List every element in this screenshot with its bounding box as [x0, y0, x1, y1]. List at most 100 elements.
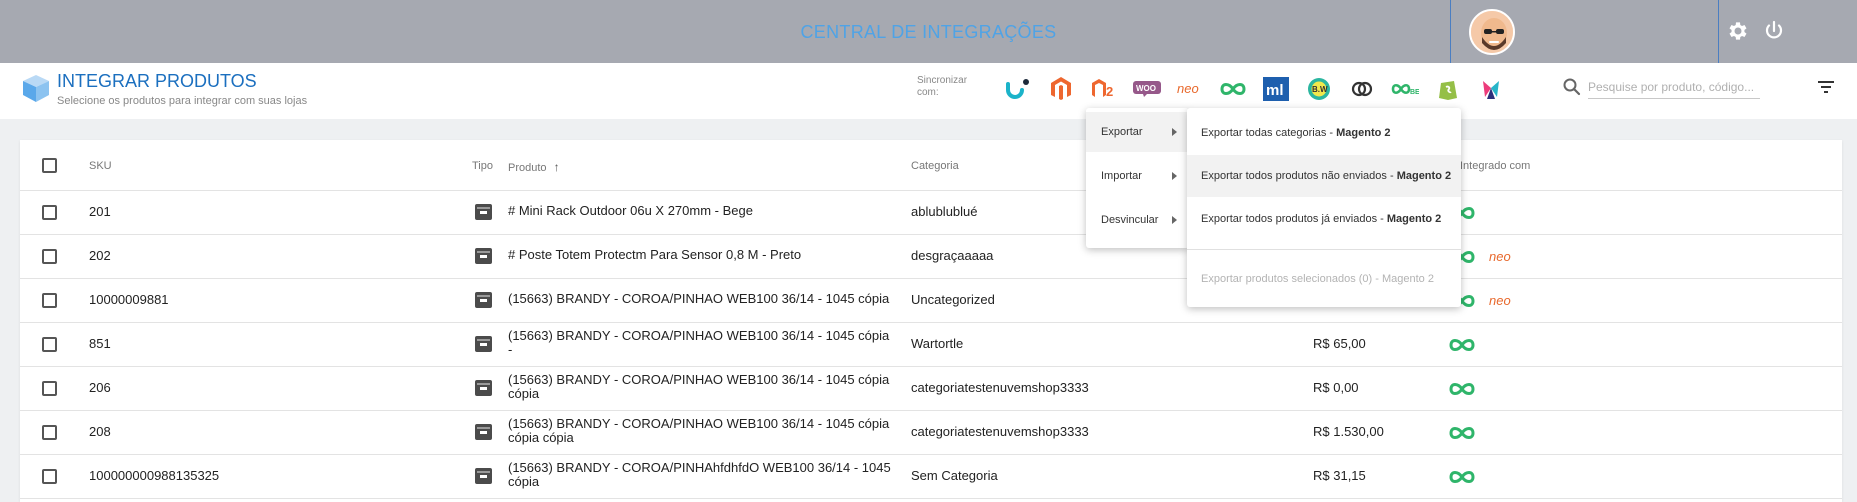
column-header-sku[interactable]: SKU	[89, 160, 112, 172]
menu-item-importar-label: Importar	[1101, 170, 1142, 182]
row-checkbox[interactable]	[42, 381, 57, 396]
table-row[interactable]: 851 (15663) BRANDY - COROA/PINHAO WEB100 …	[20, 323, 1842, 367]
export-all-categories-store: Magento 2	[1336, 127, 1391, 139]
product-type-icon	[475, 468, 492, 484]
product-type-icon	[475, 204, 492, 220]
caret-right-icon	[1172, 128, 1177, 136]
row-product-name-2: -	[508, 342, 513, 357]
row-checkbox[interactable]	[42, 249, 57, 264]
caret-right-icon	[1172, 172, 1177, 180]
filter-icon[interactable]	[1816, 77, 1836, 97]
products-table: SKU Tipo Produto ↑ Categoria Integrado c…	[20, 140, 1842, 502]
row-checkbox[interactable]	[42, 425, 57, 440]
export-all-categories[interactable]: Exportar todas categorias - Magento 2	[1187, 112, 1461, 154]
row-product[interactable]: (15663) BRANDY - COROA/PINHAO WEB100 36/…	[508, 417, 898, 445]
row-checkbox[interactable]	[42, 293, 57, 308]
shopify-icon[interactable]	[1434, 75, 1462, 103]
menu-item-exportar[interactable]: Exportar	[1086, 112, 1189, 152]
row-checkbox[interactable]	[42, 205, 57, 220]
row-category: Wartortle	[911, 336, 964, 351]
table-row[interactable]: 10000009881 (15663) BRANDY - COROA/PINHAO…	[20, 279, 1842, 323]
nuvemshop-2-icon[interactable]: BE	[1391, 75, 1419, 103]
user-avatar[interactable]	[1469, 9, 1515, 55]
neo-icon[interactable]: neo	[1176, 75, 1204, 103]
svg-text:2: 2	[1106, 84, 1113, 99]
u-store-icon[interactable]	[1003, 75, 1031, 103]
column-header-produto[interactable]: Produto ↑	[508, 160, 560, 174]
row-product-name: (15663) BRANDY - COROA/PINHAO WEB100 36/…	[508, 372, 890, 387]
woocommerce-icon[interactable]: WOO	[1133, 75, 1161, 103]
svg-text:neo: neo	[1489, 293, 1511, 308]
row-sku: 10000009881	[89, 292, 169, 307]
row-sku: 100000000988135325	[89, 468, 220, 483]
table-row[interactable]: 100000000988135325 (15663) BRANDY - COROA…	[20, 455, 1842, 499]
export-unsent-products-label: Exportar todos produtos não enviados -	[1201, 170, 1397, 182]
menu-item-importar[interactable]: Importar	[1086, 156, 1189, 196]
menu-item-exportar-label: Exportar	[1101, 126, 1143, 138]
top-bar: CENTRAL DE INTEGRAÇÕES	[0, 0, 1857, 63]
gear-icon[interactable]	[1726, 19, 1750, 43]
select-all-checkbox[interactable]	[42, 158, 57, 173]
row-sku: 202	[89, 248, 111, 263]
divider	[1718, 0, 1719, 63]
mercado-livre-icon[interactable]: ml	[1262, 75, 1290, 103]
nuvemshop-icon[interactable]	[1219, 75, 1247, 103]
menu-item-desvincular[interactable]: Desvincular	[1086, 200, 1189, 240]
product-type-icon	[475, 248, 492, 264]
row-checkbox[interactable]	[42, 337, 57, 352]
page-title: INTEGRAR PRODUTOS	[57, 71, 257, 91]
search-input[interactable]	[1588, 75, 1760, 99]
menu-divider	[1187, 249, 1461, 250]
app-title-text: CENTRAL DE INTEGRAÇÕES	[800, 22, 1057, 42]
row-product[interactable]: # Poste Totem Protectm Para Sensor 0,8 M…	[508, 248, 898, 262]
column-header-integrado[interactable]: Integrado com	[1460, 160, 1530, 172]
column-header-categoria[interactable]: Categoria	[911, 160, 959, 172]
svg-text:BE: BE	[1410, 89, 1419, 96]
column-header-produto-label: Produto	[508, 162, 547, 174]
row-category: desgraçaaaaa	[911, 248, 994, 263]
row-checkbox[interactable]	[42, 469, 57, 484]
row-sku: 201	[89, 204, 111, 219]
row-category: Sem Categoria	[911, 468, 998, 483]
row-product-name: (15663) BRANDY - COROA/PINHAO WEB100 36/…	[508, 328, 890, 343]
row-product-name: (15663) BRANDY - COROA/PINHAO WEB100 36/…	[508, 291, 890, 306]
table-row[interactable]: 206 (15663) BRANDY - COROA/PINHAO WEB100 …	[20, 367, 1842, 411]
row-sku: 206	[89, 380, 111, 395]
export-submenu: Exportar todas categorias - Magento 2 Ex…	[1187, 108, 1461, 307]
row-category: Uncategorized	[911, 292, 995, 307]
table-row[interactable]: 208 (15663) BRANDY - COROA/PINHAO WEB100 …	[20, 411, 1842, 455]
product-type-icon	[475, 292, 492, 308]
export-all-categories-label: Exportar todas categorias -	[1201, 127, 1337, 139]
tray-icon[interactable]	[1477, 75, 1505, 103]
magento-2-icon[interactable]: 2	[1090, 75, 1118, 103]
product-type-icon	[475, 424, 492, 440]
row-product[interactable]: (15663) BRANDY - COROA/PINHAO WEB100 36/…	[508, 329, 898, 357]
row-price: R$ 1.530,00	[1313, 424, 1384, 439]
row-price: R$ 0,00	[1313, 380, 1359, 395]
sort-arrow-up-icon: ↑	[553, 160, 560, 174]
row-product-name: # Poste Totem Protectm Para Sensor 0,8 M…	[508, 247, 802, 262]
table-row[interactable]: 202 # Poste Totem Protectm Para Sensor 0,…	[20, 235, 1842, 279]
row-product-name: (15663) BRANDY - COROA/PINHAO WEB100 36/…	[508, 416, 890, 431]
table-row[interactable]: 201 # Mini Rack Outdoor 06u X 270mm - Beg…	[20, 191, 1842, 235]
link-icon[interactable]	[1348, 75, 1376, 103]
nuvemshop-icon	[1448, 424, 1476, 442]
b2w-icon[interactable]: B.W	[1305, 75, 1333, 103]
row-price: R$ 31,15	[1313, 468, 1366, 483]
row-product[interactable]: (15663) BRANDY - COROA/PINHAO WEB100 36/…	[508, 373, 898, 401]
row-product-name-2: cópia	[508, 386, 540, 401]
row-product[interactable]: (15663) BRANDY - COROA/PINHAO WEB100 36/…	[508, 292, 898, 306]
row-price: R$ 65,00	[1313, 336, 1366, 351]
row-product[interactable]: # Mini Rack Outdoor 06u X 270mm - Bege	[508, 204, 898, 218]
divider	[1450, 0, 1451, 63]
export-unsent-products[interactable]: Exportar todos produtos não enviados - M…	[1187, 155, 1461, 197]
page-header: INTEGRAR PRODUTOS Selecione os produtos …	[0, 63, 1857, 119]
magento-icon[interactable]	[1047, 75, 1075, 103]
export-sent-products[interactable]: Exportar todos produtos já enviados - Ma…	[1187, 198, 1461, 240]
power-icon[interactable]	[1762, 19, 1786, 43]
export-sent-products-label: Exportar todos produtos já enviados -	[1201, 213, 1387, 225]
nuvemshop-icon	[1448, 380, 1476, 398]
column-header-tipo[interactable]: Tipo	[472, 160, 493, 172]
export-selected-products: Exportar produtos selecionados (0) - Mag…	[1187, 258, 1461, 300]
row-product[interactable]: (15663) BRANDY - COROA/PINHAhfdhfdO WEB1…	[508, 461, 898, 489]
